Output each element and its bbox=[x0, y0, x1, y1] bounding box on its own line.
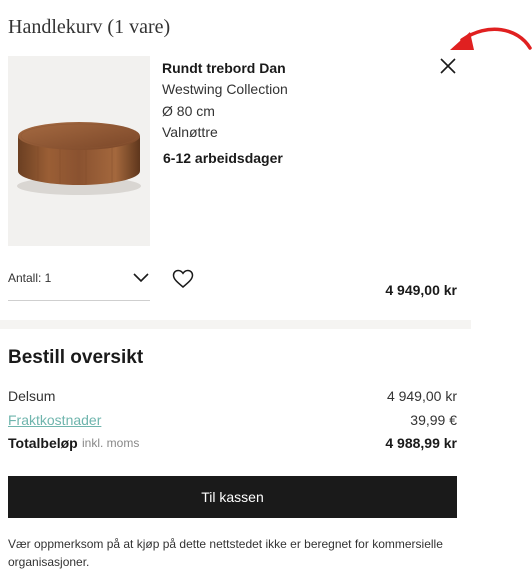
shipping-cost-link[interactable]: Fraktkostnader bbox=[8, 412, 101, 428]
total-row: Totalbeløp inkl. moms 4 988,99 kr bbox=[8, 435, 457, 455]
product-name[interactable]: Rundt trebord Dan bbox=[162, 60, 286, 76]
delivery-time: 6-12 arbeidsdager bbox=[163, 150, 283, 166]
chevron-down-icon bbox=[133, 273, 149, 283]
item-price: 4 949,00 kr bbox=[385, 282, 457, 298]
quantity-label: Antall: 1 bbox=[8, 271, 52, 285]
annotation-arrow-icon bbox=[450, 27, 532, 50]
subtotal-label: Delsum bbox=[8, 388, 56, 404]
shipping-value: 39,99 € bbox=[410, 412, 457, 428]
total-vat-note: inkl. moms bbox=[82, 436, 140, 450]
order-summary-title: Bestill oversikt bbox=[8, 347, 144, 368]
subtotal-value: 4 949,00 kr bbox=[386, 388, 457, 404]
round-table-image bbox=[17, 122, 141, 195]
section-divider bbox=[0, 320, 471, 329]
product-collection: Westwing Collection bbox=[162, 81, 288, 97]
heart-icon bbox=[172, 269, 194, 288]
cart-title: Handlekurv (1 vare) bbox=[8, 16, 171, 38]
product-finish: Valnøttre bbox=[162, 124, 218, 140]
product-image[interactable] bbox=[8, 56, 150, 246]
product-size: Ø 80 cm bbox=[162, 103, 215, 119]
total-label: Totalbeløp bbox=[8, 435, 78, 451]
total-value: 4 988,99 kr bbox=[385, 435, 457, 451]
shipping-row: Fraktkostnader 39,99 € bbox=[8, 412, 457, 432]
checkout-button[interactable]: Til kassen bbox=[8, 476, 457, 518]
subtotal-row: Delsum 4 949,00 kr bbox=[8, 388, 457, 408]
wishlist-button[interactable] bbox=[172, 269, 194, 289]
quantity-select[interactable]: Antall: 1 bbox=[8, 262, 150, 301]
business-purchase-notice: Vær oppmerksom på at kjøp på dette netts… bbox=[8, 537, 443, 569]
